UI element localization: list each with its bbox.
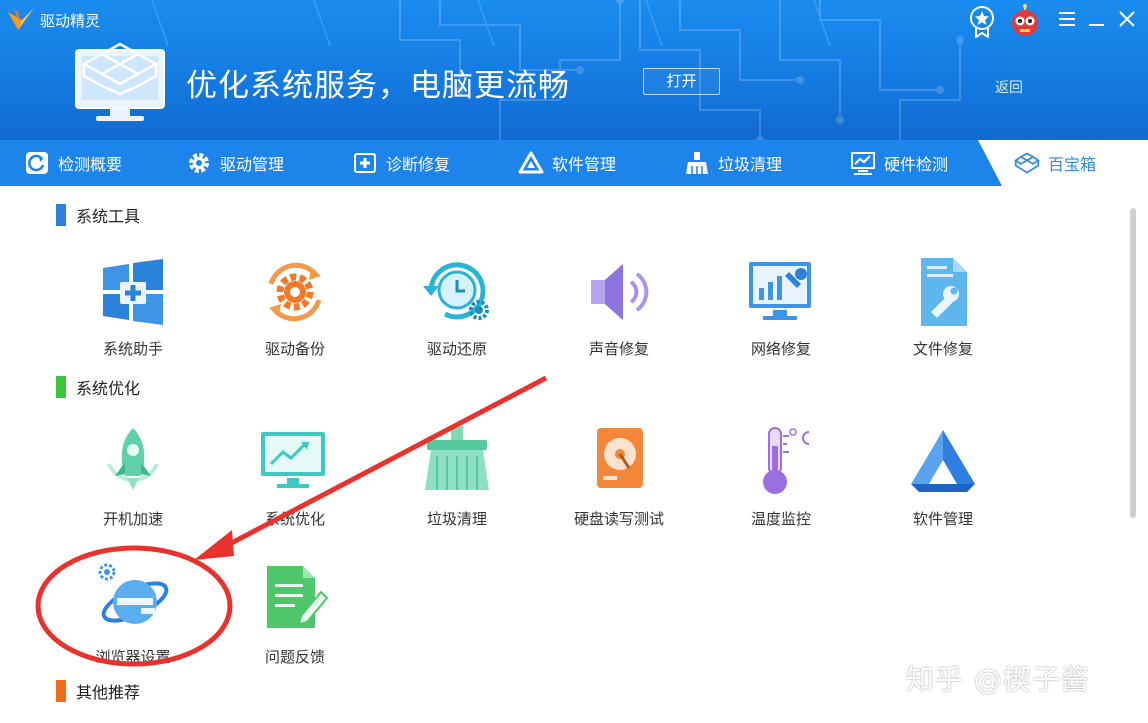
section-title: 系统优化 bbox=[76, 379, 141, 398]
tool-temperature-monitor[interactable]: 温度监控 bbox=[716, 424, 846, 529]
tool-label: 声音修复 bbox=[588, 340, 649, 358]
toolbox-cubes-icon bbox=[1014, 152, 1040, 174]
app-title: 驱动精灵 bbox=[40, 12, 101, 30]
speaker-icon bbox=[591, 264, 649, 320]
app-logo-icon bbox=[8, 8, 34, 30]
back-link[interactable]: 返回 bbox=[995, 77, 1023, 97]
minimize-icon[interactable] bbox=[1088, 10, 1106, 42]
tab-separator bbox=[313, 0, 331, 46]
feedback-document-icon bbox=[267, 566, 329, 628]
file-wrench-icon bbox=[921, 258, 967, 326]
tool-network-repair[interactable]: 网络修复 bbox=[716, 254, 846, 359]
broom-icon bbox=[686, 152, 708, 174]
tool-label: 软件管理 bbox=[912, 510, 973, 528]
windows-plus-icon bbox=[103, 259, 163, 325]
section-title: 系统工具 bbox=[76, 207, 141, 226]
tool-label: 网络修复 bbox=[750, 340, 811, 358]
tool-label: 系统优化 bbox=[264, 510, 325, 528]
watermark-text: 知乎 @楔子酱 bbox=[906, 663, 1090, 696]
monitor-chart-icon bbox=[851, 152, 875, 175]
section-marker bbox=[56, 376, 66, 398]
tool-label: 问题反馈 bbox=[264, 648, 325, 666]
network-wrench-icon bbox=[749, 262, 811, 320]
rocket-icon bbox=[107, 428, 159, 490]
tab-hardware-detection[interactable]: 硬件检测 bbox=[850, 140, 948, 186]
tool-label: 垃圾清理 bbox=[426, 510, 487, 528]
tool-disk-rw-test[interactable]: 硬盘读写测试 bbox=[554, 424, 684, 529]
tool-label: 浏览器设置 bbox=[95, 648, 171, 666]
header-banner: 驱动精灵 优化系统服务，电脑更流畅 打开 返回 bbox=[0, 0, 1148, 140]
hard-disk-icon bbox=[597, 428, 643, 488]
tool-label: 驱动备份 bbox=[264, 340, 325, 358]
medical-cross-icon bbox=[354, 153, 376, 173]
tool-label: 开机加速 bbox=[102, 510, 163, 528]
tab-software-management[interactable]: 软件管理 bbox=[518, 140, 616, 186]
triangle-logo-icon bbox=[518, 151, 544, 174]
tool-driver-restore[interactable]: 驱动还原 bbox=[392, 254, 522, 359]
section-header-other-recommendations: 其他推荐 bbox=[56, 680, 140, 702]
open-button[interactable]: 打开 bbox=[643, 68, 720, 95]
tab-separator bbox=[477, 0, 495, 46]
tab-label: 驱动管理 bbox=[220, 155, 285, 174]
tool-software-management[interactable]: 软件管理 bbox=[878, 424, 1008, 529]
tool-system-assistant[interactable]: 系统助手 bbox=[68, 254, 198, 359]
close-icon[interactable] bbox=[1118, 10, 1136, 42]
tab-label: 百宝箱 bbox=[1048, 155, 1097, 174]
clock-restore-icon bbox=[423, 262, 489, 320]
tool-browser-settings[interactable]: 浏览器设置 bbox=[68, 562, 198, 667]
mascot-robot-icon[interactable] bbox=[1008, 4, 1042, 36]
gear-cycle-icon bbox=[268, 262, 322, 322]
tab-detection-overview[interactable]: 检测概要 bbox=[24, 140, 122, 186]
ie-browser-icon bbox=[98, 563, 169, 624]
tool-sound-repair[interactable]: 声音修复 bbox=[554, 254, 684, 359]
tool-label: 硬盘读写测试 bbox=[573, 510, 664, 528]
annotation-arrowhead bbox=[194, 530, 234, 560]
broom-icon bbox=[425, 426, 489, 490]
monitor-trend-icon bbox=[261, 432, 325, 488]
tool-system-optimize[interactable]: 系统优化 bbox=[230, 424, 360, 529]
section-header-system-tools: 系统工具 bbox=[56, 204, 140, 226]
toolbox-monitor-illustration bbox=[75, 42, 165, 121]
tab-label: 垃圾清理 bbox=[718, 155, 783, 174]
tool-boot-speedup[interactable]: 开机加速 bbox=[68, 424, 198, 529]
tool-label: 系统助手 bbox=[102, 340, 163, 358]
vertical-scrollbar[interactable] bbox=[1130, 208, 1136, 518]
tool-label: 温度监控 bbox=[750, 510, 811, 528]
section-marker bbox=[56, 680, 66, 702]
refresh-icon bbox=[26, 152, 48, 174]
tab-toolbox[interactable]: 百宝箱 bbox=[1014, 140, 1096, 186]
triangle-logo-icon bbox=[911, 430, 975, 492]
tab-separator bbox=[645, 0, 663, 46]
tool-label: 文件修复 bbox=[912, 340, 973, 358]
tab-label: 软件管理 bbox=[552, 155, 617, 174]
tool-label: 驱动还原 bbox=[426, 340, 487, 358]
tab-label: 硬件检测 bbox=[884, 155, 949, 174]
tool-file-repair[interactable]: 文件修复 bbox=[878, 254, 1008, 359]
section-marker bbox=[56, 204, 66, 226]
tab-diagnose-repair[interactable]: 诊断修复 bbox=[352, 140, 450, 186]
banner-headline: 优化系统服务，电脑更流畅 bbox=[186, 68, 570, 104]
tab-label: 检测概要 bbox=[58, 155, 123, 174]
menu-icon[interactable] bbox=[1058, 10, 1078, 42]
section-title: 其他推荐 bbox=[76, 683, 141, 702]
tool-junk-cleanup[interactable]: 垃圾清理 bbox=[392, 424, 522, 529]
tab-label: 诊断修复 bbox=[386, 155, 451, 174]
tool-feedback[interactable]: 问题反馈 bbox=[230, 562, 360, 667]
tab-driver-management[interactable]: 驱动管理 bbox=[186, 140, 284, 186]
tool-driver-backup[interactable]: 驱动备份 bbox=[230, 254, 360, 359]
favorite-star-icon[interactable] bbox=[966, 4, 998, 38]
tab-separator bbox=[151, 0, 169, 46]
thermometer-icon bbox=[763, 427, 810, 494]
tab-junk-cleanup[interactable]: 垃圾清理 bbox=[684, 140, 782, 186]
tab-separator bbox=[813, 0, 831, 46]
section-header-system-optimize: 系统优化 bbox=[56, 376, 140, 398]
gear-icon bbox=[189, 153, 209, 173]
